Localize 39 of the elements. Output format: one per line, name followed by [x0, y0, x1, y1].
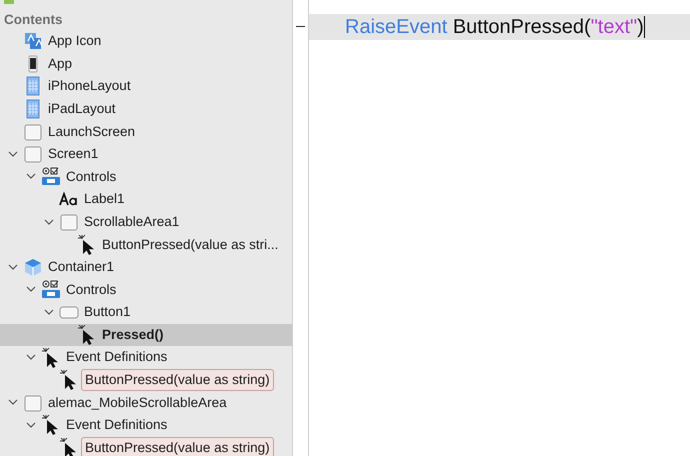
tree-item-label[interactable]: Button1	[84, 302, 131, 323]
controls-icon	[41, 166, 61, 187]
code-line: RaiseEvent ButtonPressed("text")	[345, 15, 644, 40]
tree-item-label[interactable]: Screen1	[48, 144, 98, 164]
tree-item-label[interactable]: Label1	[84, 189, 125, 210]
cube-icon	[23, 257, 43, 278]
tree-item-label[interactable]: Controls	[66, 280, 116, 300]
disclosure-chevron-icon[interactable]	[26, 286, 36, 294]
tree-item-label[interactable]: App Icon	[48, 31, 102, 52]
tree-item-label[interactable]: Event Definitions	[66, 415, 168, 436]
disclosure-chevron-icon[interactable]	[26, 173, 36, 180]
tree-item-label[interactable]: LaunchScreen	[48, 122, 136, 142]
tree-item-label[interactable]: ButtonPressed(value as stri...	[102, 234, 278, 255]
disclosure-chevron-icon[interactable]	[8, 264, 18, 271]
event-definition-tag[interactable]: ButtonPressed(value as string)	[81, 436, 274, 456]
tree-item-label[interactable]: ScrollableArea1	[84, 212, 180, 232]
window-icon	[23, 144, 43, 164]
tree-item-label[interactable]: Event Definitions	[66, 347, 168, 368]
tree-item-label[interactable]: App	[48, 54, 72, 74]
disclosure-chevron-icon[interactable]	[44, 218, 54, 226]
disclosure-chevron-icon[interactable]	[8, 150, 18, 158]
tree-item-label[interactable]: alemac_MobileScrollableArea	[48, 392, 227, 413]
disclosure-chevron-icon[interactable]	[26, 354, 36, 362]
tree-item-label[interactable]: Container1	[48, 257, 114, 278]
app-store-icon	[23, 31, 43, 52]
controls-icon	[41, 280, 61, 300]
tree-item-label[interactable]: iPadLayout	[48, 98, 116, 120]
section-heading: Contents	[4, 12, 62, 27]
event-definition-tag[interactable]: ButtonPressed(value as string)	[81, 369, 274, 392]
disclosure-chevron-icon[interactable]	[26, 422, 36, 429]
window-icon	[23, 392, 43, 413]
disclosure-chevron-icon[interactable]	[8, 399, 18, 406]
window-icon	[23, 122, 43, 142]
tree-item-label[interactable]: iPhoneLayout	[48, 76, 131, 97]
tree-item-label[interactable]: Controls	[66, 166, 116, 187]
tree-item-label[interactable]: Pressed()	[102, 324, 164, 346]
line-marker	[296, 26, 305, 27]
window-icon	[59, 212, 79, 232]
disclosure-chevron-icon[interactable]	[44, 308, 54, 316]
